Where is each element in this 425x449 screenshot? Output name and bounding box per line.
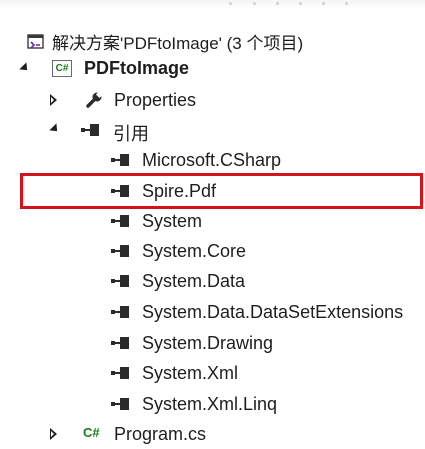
properties-label: Properties xyxy=(114,90,197,110)
reference-icon xyxy=(111,398,133,410)
reference-label: System.Core xyxy=(142,241,247,261)
solution-label: 解决方案'PDFtoImage' (3 个项目) xyxy=(52,34,304,53)
reference-icon xyxy=(111,275,133,287)
wrench-icon xyxy=(86,91,103,108)
references-label: 引用 xyxy=(113,124,149,144)
reference-icon xyxy=(111,215,133,227)
csharp-file-icon: C# xyxy=(83,425,100,440)
reference-label: System.Data xyxy=(142,271,246,291)
collapse-arrow-icon[interactable] xyxy=(49,123,61,135)
reference-label: System.Xml xyxy=(142,363,239,383)
project-label: PDFtoImage xyxy=(84,58,190,78)
window-top-edge xyxy=(0,0,425,9)
reference-icon xyxy=(111,154,133,166)
program-file-label: Program.cs xyxy=(114,424,207,444)
reference-label: Microsoft.CSharp xyxy=(142,150,282,170)
collapse-arrow-icon[interactable] xyxy=(19,62,31,74)
reference-icon xyxy=(111,245,133,257)
expand-arrow-icon[interactable] xyxy=(50,428,57,440)
csharp-project-icon: C# xyxy=(52,60,72,77)
highlight-box xyxy=(20,173,423,209)
reference-icon xyxy=(111,367,133,379)
reference-label: System.Xml.Linq xyxy=(142,394,278,414)
reference-icon xyxy=(81,124,103,136)
reference-label: System xyxy=(142,211,203,231)
reference-icon xyxy=(111,337,133,349)
reference-label: System.Drawing xyxy=(142,333,274,353)
expand-arrow-icon[interactable] xyxy=(50,94,57,106)
reference-label: System.Data.DataSetExtensions xyxy=(142,302,404,322)
reference-icon xyxy=(111,306,133,318)
solution-icon xyxy=(27,34,44,49)
